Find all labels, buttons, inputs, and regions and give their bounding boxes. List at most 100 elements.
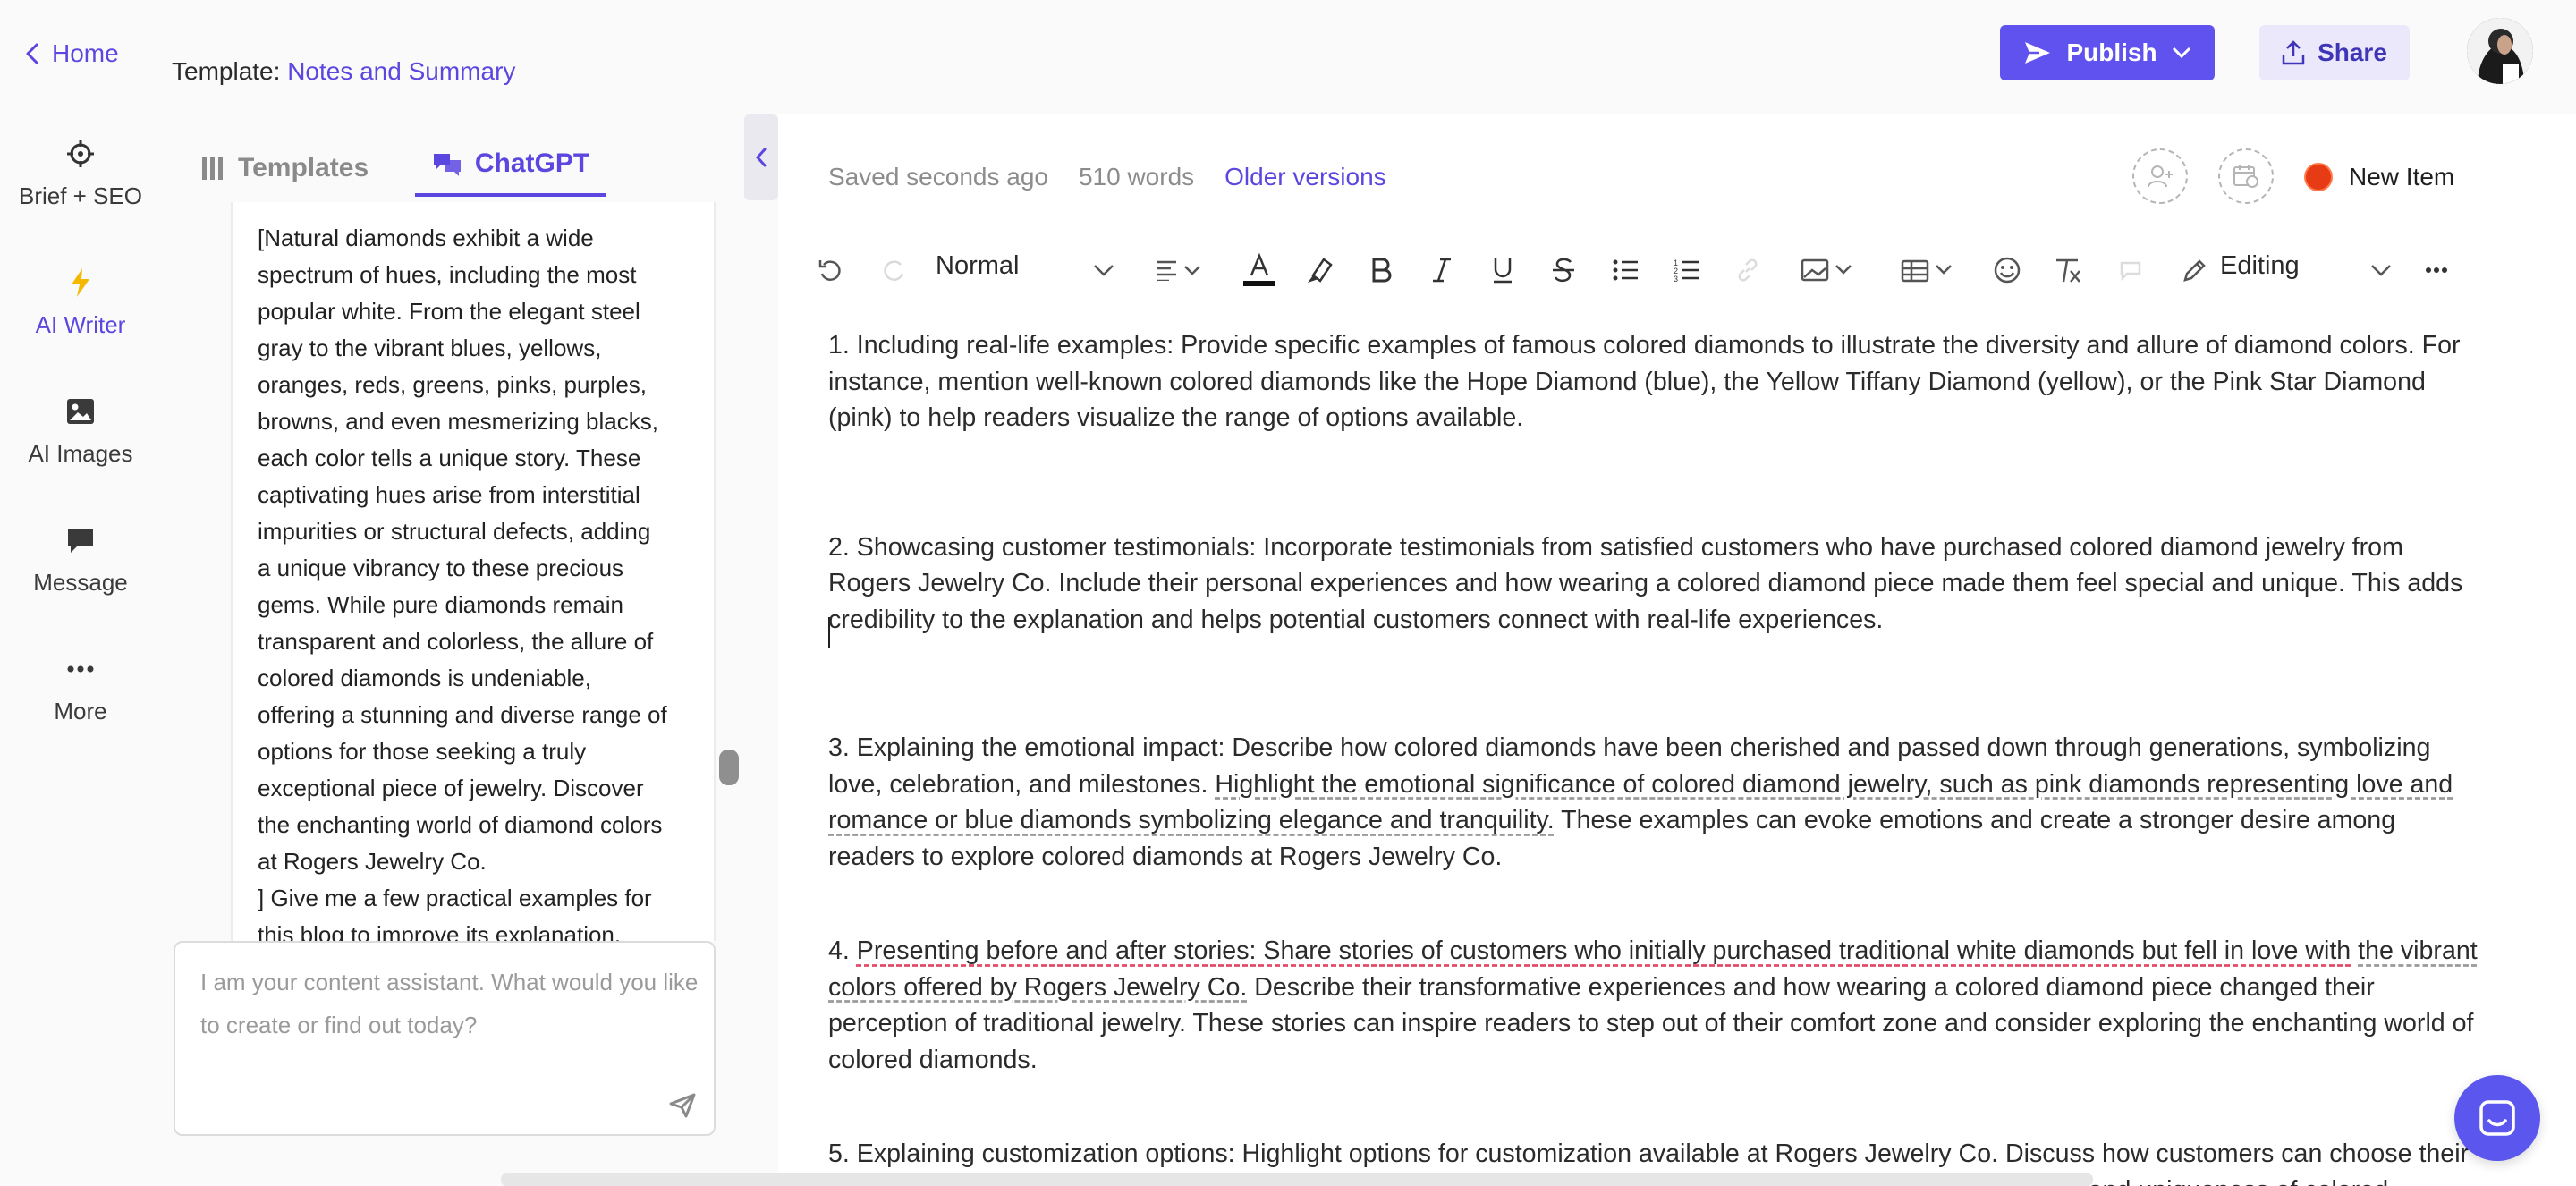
spelling-suggestion[interactable]: Presenting before and after stories: Sha… [857,936,2351,965]
strikethrough-button[interactable] [1544,249,1583,292]
bold-button[interactable] [1361,249,1401,292]
chat-bubbles-icon [432,151,462,176]
older-versions-link[interactable]: Older versions [1224,163,1386,191]
insert-table-button[interactable] [1893,249,1964,292]
emoji-icon [1993,256,2021,284]
highlight-button[interactable] [1301,249,1340,292]
item-status[interactable]: New Item [2304,159,2454,195]
lightning-icon [69,265,92,301]
assistant-input-placeholder: I am your content assistant. What would … [200,969,699,1038]
chevron-down-icon [2370,264,2392,276]
document-status: Saved seconds ago 510 words Older versio… [828,159,1386,195]
collapse-panel-button[interactable] [744,114,778,200]
more-options-button[interactable] [2417,249,2456,292]
chevron-down-icon [1093,264,1114,276]
rail-label-ai-images: AI Images [28,440,133,467]
crosshair-icon [65,136,96,172]
editing-mode-dropdown[interactable] [2363,249,2399,292]
tab-chatgpt[interactable]: ChatGPT [415,134,606,197]
share-label: Share [2318,38,2387,66]
rail-label-message: Message [33,569,128,596]
text-style-select[interactable]: Normal [936,251,1019,281]
home-link[interactable]: Home [25,36,119,72]
saved-status: Saved seconds ago [828,163,1048,191]
strikethrough-icon [1551,257,1576,284]
chat-scrollbar[interactable] [719,750,739,785]
highlighter-icon [1306,256,1335,284]
redo-button[interactable] [873,249,916,292]
text-style-dropdown[interactable] [1086,249,1122,292]
paragraph-2: 2. Showcasing customer testimonials: Inc… [828,532,2463,634]
assign-user-button[interactable] [2132,148,2188,204]
tab-chatgpt-label: ChatGPT [474,148,590,178]
rail-label-brief-seo: Brief + SEO [19,182,142,209]
image-icon [1801,258,1856,283]
rail-item-ai-images[interactable]: AI Images [0,394,161,468]
numbered-list-button[interactable]: 123 [1667,249,1707,292]
calendar-clock-icon [2233,164,2259,189]
support-chat-button[interactable] [2454,1075,2540,1161]
chat-icon [2478,1098,2517,1138]
redo-icon [882,258,907,283]
pencil-icon [2175,249,2215,292]
link-icon [1735,258,1760,283]
undo-button[interactable] [809,249,852,292]
template-indicator: Template: Notes and Summary [172,57,515,86]
paragraph-4-number: 4. [828,936,857,965]
rail-item-ai-writer[interactable]: AI Writer [0,265,161,339]
font-color-button[interactable] [1240,249,1279,292]
image-icon [66,394,95,429]
align-button[interactable] [1145,249,1216,292]
share-button[interactable]: Share [2259,25,2410,80]
comment-icon [2118,259,2143,281]
template-prefix: Template: [172,57,281,85]
rail-label-more: More [54,698,107,724]
svg-text:3: 3 [1674,275,1678,283]
align-left-icon [1155,259,1207,281]
add-user-icon [2147,164,2174,189]
home-label: Home [52,39,119,67]
table-icon [1901,258,1956,283]
rail-item-brief-seo[interactable]: Brief + SEO [0,136,161,210]
publish-button[interactable]: Publish [2000,25,2215,80]
clear-format-button[interactable] [2048,249,2088,292]
underline-button[interactable] [1483,249,1522,292]
rail-item-more[interactable]: More [0,651,161,725]
numbered-list-icon: 123 [1674,258,1700,283]
paragraph-4: 4. Presenting before and after stories: … [828,933,2483,1078]
editing-mode-select[interactable]: Editing [2220,251,2300,281]
item-status-label: New Item [2349,163,2455,191]
italic-button[interactable] [1422,249,1462,292]
emoji-button[interactable] [1987,249,2027,292]
tab-templates-label: Templates [238,153,369,182]
rail-item-message[interactable]: Message [0,522,161,597]
more-dots-icon [2425,267,2448,274]
underline-icon [1491,257,1514,284]
template-name[interactable]: Notes and Summary [287,57,515,85]
share-upload-icon [2282,40,2305,65]
assistant-input[interactable]: I am your content assistant. What would … [174,941,716,1136]
word-count: 510 words [1078,163,1195,191]
font-color-icon [1241,252,1277,288]
comment-button[interactable] [2111,249,2150,292]
clear-format-icon [2053,257,2083,284]
bullet-list-button[interactable] [1606,249,1646,292]
status-dot [2304,163,2333,191]
send-icon[interactable] [669,1093,696,1118]
insert-image-button[interactable] [1792,249,1864,292]
chevron-left-icon [755,147,767,168]
schedule-button[interactable] [2218,148,2274,204]
italic-icon [1431,257,1453,284]
avatar[interactable] [2467,18,2533,84]
tab-templates[interactable]: Templates [200,141,369,195]
link-button[interactable] [1728,249,1767,292]
bold-icon [1370,257,1392,284]
document-body[interactable]: 1. Including real-life examples: Provide… [828,327,2483,1186]
chevron-down-icon [2172,47,2191,59]
bullet-list-icon [1613,258,1640,282]
undo-icon [818,258,843,283]
paragraph-1: 1. Including real-life examples: Provide… [828,331,2461,432]
rail-label-ai-writer: AI Writer [35,311,126,338]
horizontal-scrollbar[interactable] [501,1173,2093,1186]
send-icon [2023,40,2052,65]
